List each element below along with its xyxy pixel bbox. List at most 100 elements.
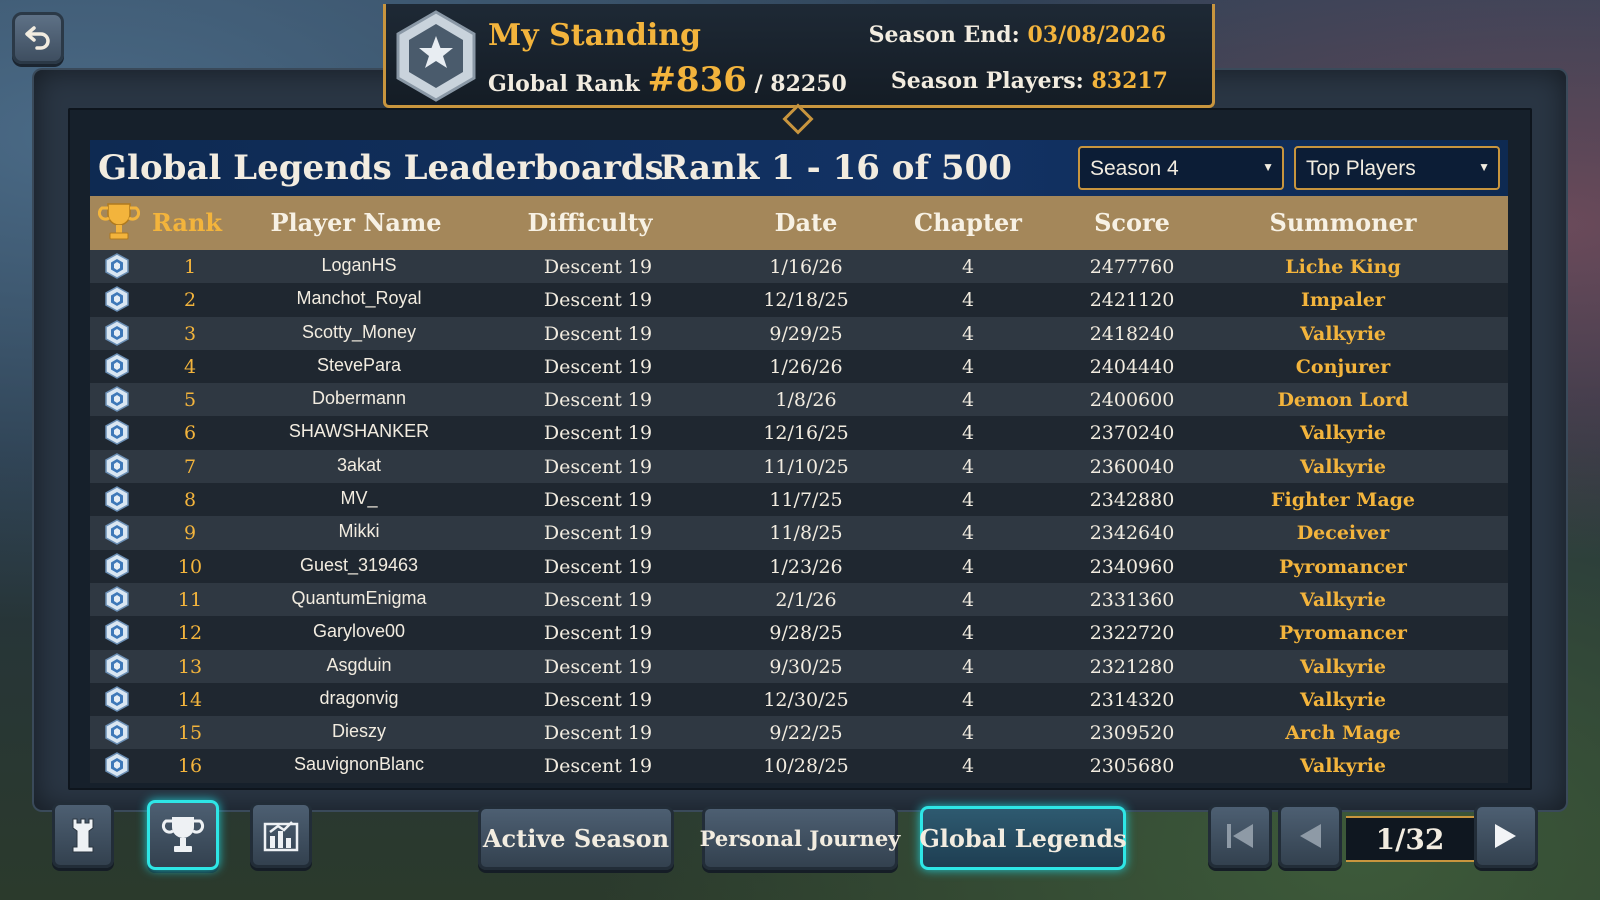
hexagon-badge-icon (105, 586, 129, 612)
row-rank: 2 (183, 289, 197, 312)
next-page-icon (1495, 824, 1516, 848)
col-date: Date (774, 208, 838, 237)
hexagon-badge-icon (105, 619, 129, 646)
col-difficulty: Difficulty (527, 208, 653, 237)
row-summoner: Valkyrie (1299, 322, 1387, 345)
table-row[interactable]: 12 Garylove00 Descent 19 9/28/25 4 2322720 Pyr… (90, 616, 1508, 650)
row-summoner: Liche King (1285, 256, 1401, 278)
hexagon-badge-icon (105, 319, 129, 346)
row-summoner: Arch Mage (1285, 722, 1401, 745)
row-date: 11/7/25 (769, 489, 843, 512)
row-rank: 8 (183, 489, 197, 512)
row-chapter: 4 (961, 522, 975, 545)
season-players-label: Season Players: (890, 68, 1084, 94)
table-row[interactable]: 16 SauvignonBlanc Descent 19 10/28/25 4 23056… (90, 749, 1508, 783)
table-row[interactable]: 10 Guest_319463 Descent 19 1/23/26 4 2340960 P… (90, 549, 1508, 583)
row-rank: 10 (177, 555, 203, 578)
table-row[interactable]: 7 3akat Descent 19 11/10/25 4 2360040 Valkyrie (90, 449, 1508, 484)
row-chapter: 4 (961, 389, 975, 412)
season-end-label: Season End: (868, 22, 1020, 48)
caret-down-icon: ▼ (1478, 160, 1490, 174)
prev-page-button[interactable] (1278, 804, 1342, 868)
row-rank: 7 (183, 455, 197, 478)
first-page-button[interactable] (1208, 804, 1272, 868)
col-player-name: Player Name (270, 208, 442, 237)
leaderboard-rows: 1 LoganHS Descent 19 1/16/26 4 2477760 Liche K… (90, 250, 1508, 783)
row-score: 2340960 (1089, 555, 1175, 578)
row-player-name: Guest_319463 (299, 554, 419, 575)
next-page-button[interactable] (1474, 804, 1538, 868)
row-rank: 16 (177, 755, 203, 778)
hexagon-badge-icon (105, 552, 129, 579)
table-row[interactable]: 11 QuantumEnigma Descent 19 2/1/26 4 2331360 V… (90, 582, 1508, 617)
row-date: 12/18/25 (763, 289, 849, 312)
row-date: 11/10/25 (763, 455, 849, 478)
row-chapter: 4 (961, 655, 975, 678)
table-row[interactable]: 8 MV_ Descent 19 11/7/25 4 2342880 Fighter Mag… (90, 483, 1508, 517)
table-row[interactable]: 13 Asgduin Descent 19 9/30/25 4 2321280 Valkyr… (90, 649, 1508, 683)
tab-active-season[interactable]: Active Season (478, 806, 674, 870)
row-summoner: Valkyrie (1299, 588, 1387, 611)
tab-personal-journey[interactable]: Personal Journey (700, 806, 900, 870)
row-summoner: Pyromancer (1279, 555, 1407, 578)
row-difficulty: Descent 19 (543, 655, 653, 678)
row-score: 2309520 (1089, 722, 1175, 745)
row-player-name: MV_ (340, 488, 378, 509)
back-button[interactable] (12, 12, 64, 64)
row-player-name: Mikki (338, 521, 380, 542)
standing-title: My Standing (488, 18, 702, 53)
row-difficulty: Descent 19 (543, 389, 653, 412)
table-row[interactable]: 14 dragonvig Descent 19 12/30/25 4 2314320 Val… (90, 682, 1508, 717)
table-row[interactable]: 6 SHAWSHANKER Descent 19 12/16/25 4 2370240 Va… (90, 416, 1508, 450)
table-row[interactable]: 9 Mikki Descent 19 11/8/25 4 2342640 Deceiver (90, 516, 1508, 550)
back-arrow-icon (25, 26, 50, 50)
table-header: Rank Player Name Difficulty Date Chapter… (90, 196, 1508, 250)
tab-global-legends[interactable]: Global Legends (919, 806, 1127, 870)
table-row[interactable]: 2 Manchot_Royal Descent 19 12/18/25 4 2421120… (90, 283, 1508, 317)
row-score: 2477760 (1089, 256, 1175, 278)
stats-icon (263, 821, 299, 852)
table-row[interactable]: 5 Dobermann Descent 19 1/8/26 4 2400600 Demon … (90, 383, 1508, 417)
col-score: Score (1094, 208, 1170, 237)
row-summoner: Valkyrie (1299, 688, 1387, 711)
row-difficulty: Descent 19 (543, 289, 653, 312)
row-difficulty: Descent 19 (543, 588, 653, 611)
row-summoner: Valkyrie (1299, 422, 1387, 445)
row-player-name: LoganHS (321, 255, 397, 275)
row-score: 2321280 (1089, 655, 1175, 678)
global-rank-label: Global Rank (488, 71, 640, 97)
row-date: 10/28/25 (763, 755, 849, 778)
row-rank: 14 (177, 688, 203, 711)
table-row[interactable]: 3 Scotty_Money Descent 19 9/29/25 4 2418240 Va… (90, 316, 1508, 350)
row-rank: 15 (177, 722, 203, 745)
row-score: 2331360 (1089, 588, 1175, 611)
row-summoner: Valkyrie (1299, 455, 1387, 478)
row-difficulty: Descent 19 (543, 489, 653, 512)
table-row[interactable]: 4 StevePara Descent 19 1/26/26 4 2404440 Conju… (90, 349, 1508, 384)
row-date: 1/23/26 (769, 555, 843, 578)
row-chapter: 4 (961, 322, 975, 345)
row-date: 9/28/25 (769, 622, 843, 645)
row-chapter: 4 (961, 489, 975, 512)
row-chapter: 4 (961, 455, 975, 478)
row-player-name: Garylove00 (312, 621, 406, 642)
row-player-name: StevePara (316, 354, 402, 375)
season-dropdown[interactable]: Season 4 ▼ (1078, 146, 1284, 190)
row-score: 2342640 (1089, 522, 1175, 545)
row-player-name: Asgduin (326, 654, 392, 675)
filter-dropdown[interactable]: Top Players ▼ (1294, 146, 1500, 190)
tower-icon (72, 818, 94, 853)
stats-button[interactable] (250, 802, 312, 868)
rank-range: Rank 1 - 16 of 500 (660, 148, 1012, 188)
global-rank-total: / 82250 (754, 71, 847, 97)
row-score: 2305680 (1089, 755, 1175, 778)
table-row[interactable]: 1 LoganHS Descent 19 1/16/26 4 2477760 Liche K… (90, 250, 1508, 284)
trophy-button[interactable] (147, 800, 219, 870)
hexagon-badge-icon (105, 486, 129, 512)
table-row[interactable]: 15 Dieszy Descent 19 9/22/25 4 2309520 Arch Ma… (90, 716, 1508, 750)
row-chapter: 4 (961, 755, 975, 778)
col-summoner: Summoner (1269, 208, 1417, 237)
row-date: 1/26/26 (769, 355, 843, 378)
row-difficulty: Descent 19 (543, 355, 653, 378)
tower-button[interactable] (52, 802, 114, 868)
